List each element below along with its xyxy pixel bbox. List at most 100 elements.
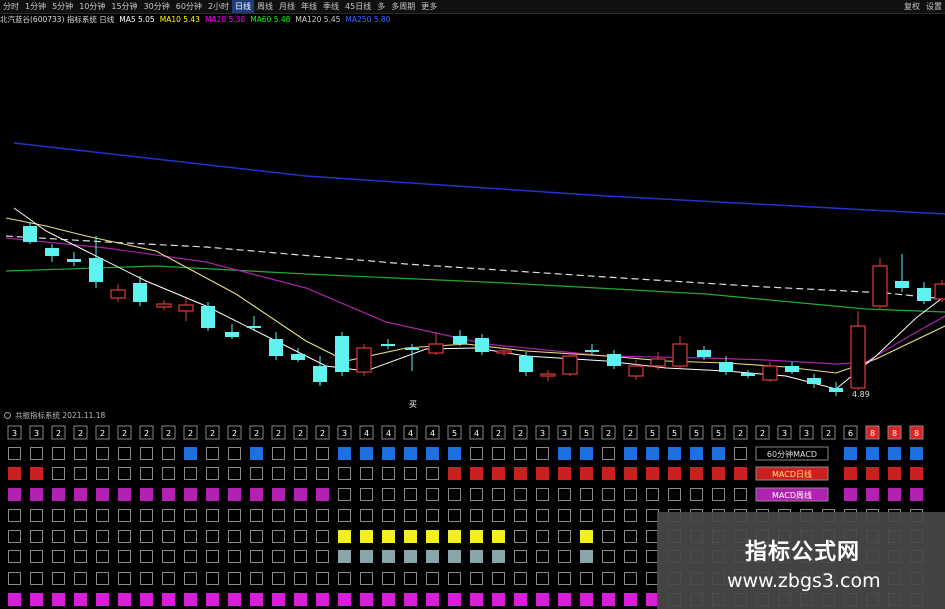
signal-cell-on [338, 447, 351, 460]
signal-cell-on [624, 593, 637, 606]
signal-cell-off [206, 530, 219, 543]
signal-cell-on [140, 593, 153, 606]
signal-cell-off [30, 550, 43, 563]
watermark-url: www.zbgs3.com [727, 570, 881, 592]
num-cell-text: 4 [386, 429, 391, 438]
signal-cell-off [272, 509, 285, 522]
signal-cell-off [624, 509, 637, 522]
signal-cell-on [514, 467, 527, 480]
signal-cell-off [558, 509, 571, 522]
num-cell-text: 8 [914, 429, 919, 438]
signal-cell-off [536, 509, 549, 522]
signal-cell-off [52, 447, 65, 460]
signal-cell-on [8, 593, 21, 606]
signal-cell-on [514, 593, 527, 606]
num-cell-text: 3 [12, 429, 17, 438]
num-cell-text: 5 [452, 429, 457, 438]
signal-cell-on [360, 447, 373, 460]
signal-cell-on [426, 530, 439, 543]
signal-cell-on [888, 467, 901, 480]
signal-cell-off [30, 572, 43, 585]
signal-cell-on [96, 593, 109, 606]
signal-cell-on [206, 593, 219, 606]
num-cell-text: 3 [804, 429, 809, 438]
signal-cell-off [30, 509, 43, 522]
signal-cell-off [206, 467, 219, 480]
grid-row-label: MACD周线 [772, 490, 812, 500]
signal-cell-off [470, 488, 483, 501]
grid-row-label: MACD日线 [772, 469, 812, 479]
signal-cell-on [30, 593, 43, 606]
signal-cell-off [294, 467, 307, 480]
signal-cell-on [580, 467, 593, 480]
signal-cell-on [646, 467, 659, 480]
signal-cell-off [74, 572, 87, 585]
num-cell-text: 4 [430, 429, 435, 438]
signal-cell-off [118, 572, 131, 585]
signal-cell-off [52, 530, 65, 543]
signal-cell-off [140, 550, 153, 563]
signal-cell-off [250, 530, 263, 543]
signal-cell-on [338, 550, 351, 563]
signal-cell-on [294, 488, 307, 501]
signal-cell-off [448, 488, 461, 501]
num-cell-text: 2 [122, 429, 127, 438]
signal-cell-off [404, 467, 417, 480]
signal-cell-off [184, 530, 197, 543]
signal-cell-off [162, 447, 175, 460]
signal-cell-off [184, 572, 197, 585]
signal-cell-off [360, 488, 373, 501]
watermark-title: 指标公式网 [745, 540, 861, 565]
signal-cell-off [118, 509, 131, 522]
signal-cell-off [162, 530, 175, 543]
signal-cell-off [382, 572, 395, 585]
signal-cell-off [52, 550, 65, 563]
signal-cell-off [382, 467, 395, 480]
signal-cell-off [272, 572, 285, 585]
signal-cell-off [492, 447, 505, 460]
num-cell-text: 3 [540, 429, 545, 438]
signal-cell-on [118, 593, 131, 606]
signal-cell-on [448, 593, 461, 606]
signal-cell-off [360, 509, 373, 522]
signal-cell-off [448, 509, 461, 522]
signal-cell-on [184, 488, 197, 501]
signal-cell-on [360, 550, 373, 563]
signal-cell-on [250, 593, 263, 606]
signal-cell-off [162, 572, 175, 585]
num-cell-text: 8 [892, 429, 897, 438]
signal-cell-on [712, 467, 725, 480]
signal-cell-on [338, 593, 351, 606]
signal-cell-on [448, 550, 461, 563]
num-cell-text: 2 [606, 429, 611, 438]
signal-cell-off [316, 572, 329, 585]
signal-cell-on [448, 467, 461, 480]
signal-cell-off [492, 509, 505, 522]
signal-cell-off [558, 572, 571, 585]
signal-cell-on [404, 447, 417, 460]
signal-cell-on [96, 488, 109, 501]
signal-cell-on [646, 447, 659, 460]
signal-cell-off [338, 509, 351, 522]
signal-cell-off [536, 550, 549, 563]
signal-cell-off [470, 447, 483, 460]
signal-cell-on [580, 550, 593, 563]
num-cell-text: 2 [628, 429, 633, 438]
num-cell-text: 2 [188, 429, 193, 438]
signal-cell-on [338, 530, 351, 543]
signal-cell-off [338, 572, 351, 585]
signal-cell-off [184, 467, 197, 480]
signal-cell-on [382, 550, 395, 563]
signal-cell-off [382, 488, 395, 501]
signal-cell-off [602, 530, 615, 543]
num-cell-text: 2 [254, 429, 259, 438]
signal-cell-off [96, 509, 109, 522]
signal-cell-off [602, 509, 615, 522]
signal-cell-off [228, 572, 241, 585]
signal-cell-off [140, 509, 153, 522]
stock-chart-app: 分时 1分钟 5分钟 10分钟 15分钟 30分钟 60分钟 2小时 日线 周线 月线 年线 季线 45日… [0, 0, 945, 609]
signal-cell-on [844, 447, 857, 460]
signal-cell-on [184, 593, 197, 606]
signal-cell-on [206, 488, 219, 501]
signal-cell-on [448, 530, 461, 543]
